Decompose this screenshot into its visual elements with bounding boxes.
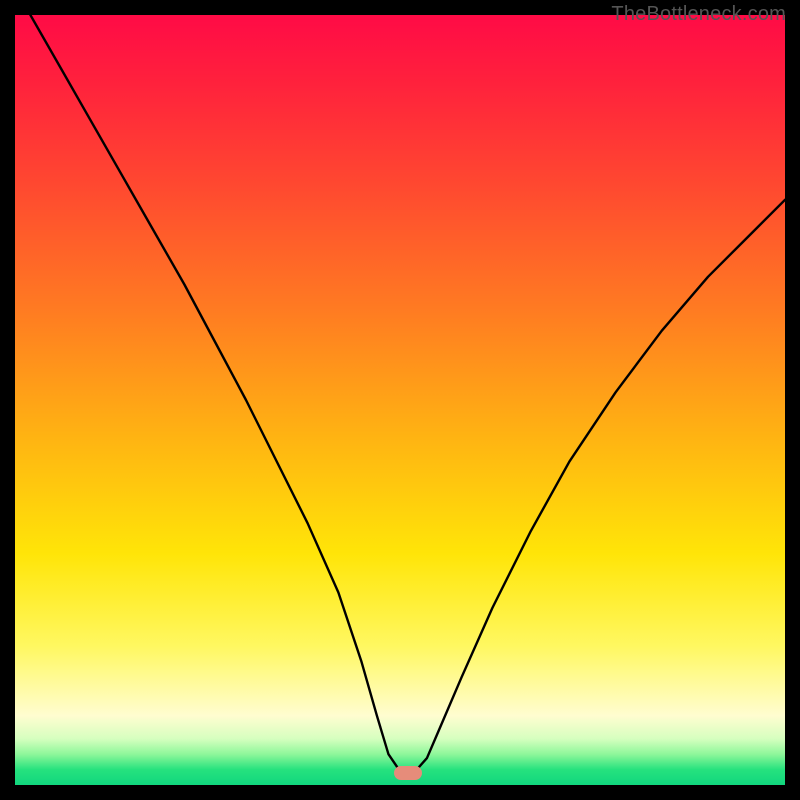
bottleneck-curve bbox=[30, 15, 785, 771]
optimal-marker bbox=[394, 766, 422, 780]
plot-area bbox=[15, 15, 785, 785]
chart-frame: TheBottleneck.com bbox=[0, 0, 800, 800]
curve-layer bbox=[15, 15, 785, 785]
watermark-text: TheBottleneck.com bbox=[611, 3, 786, 26]
